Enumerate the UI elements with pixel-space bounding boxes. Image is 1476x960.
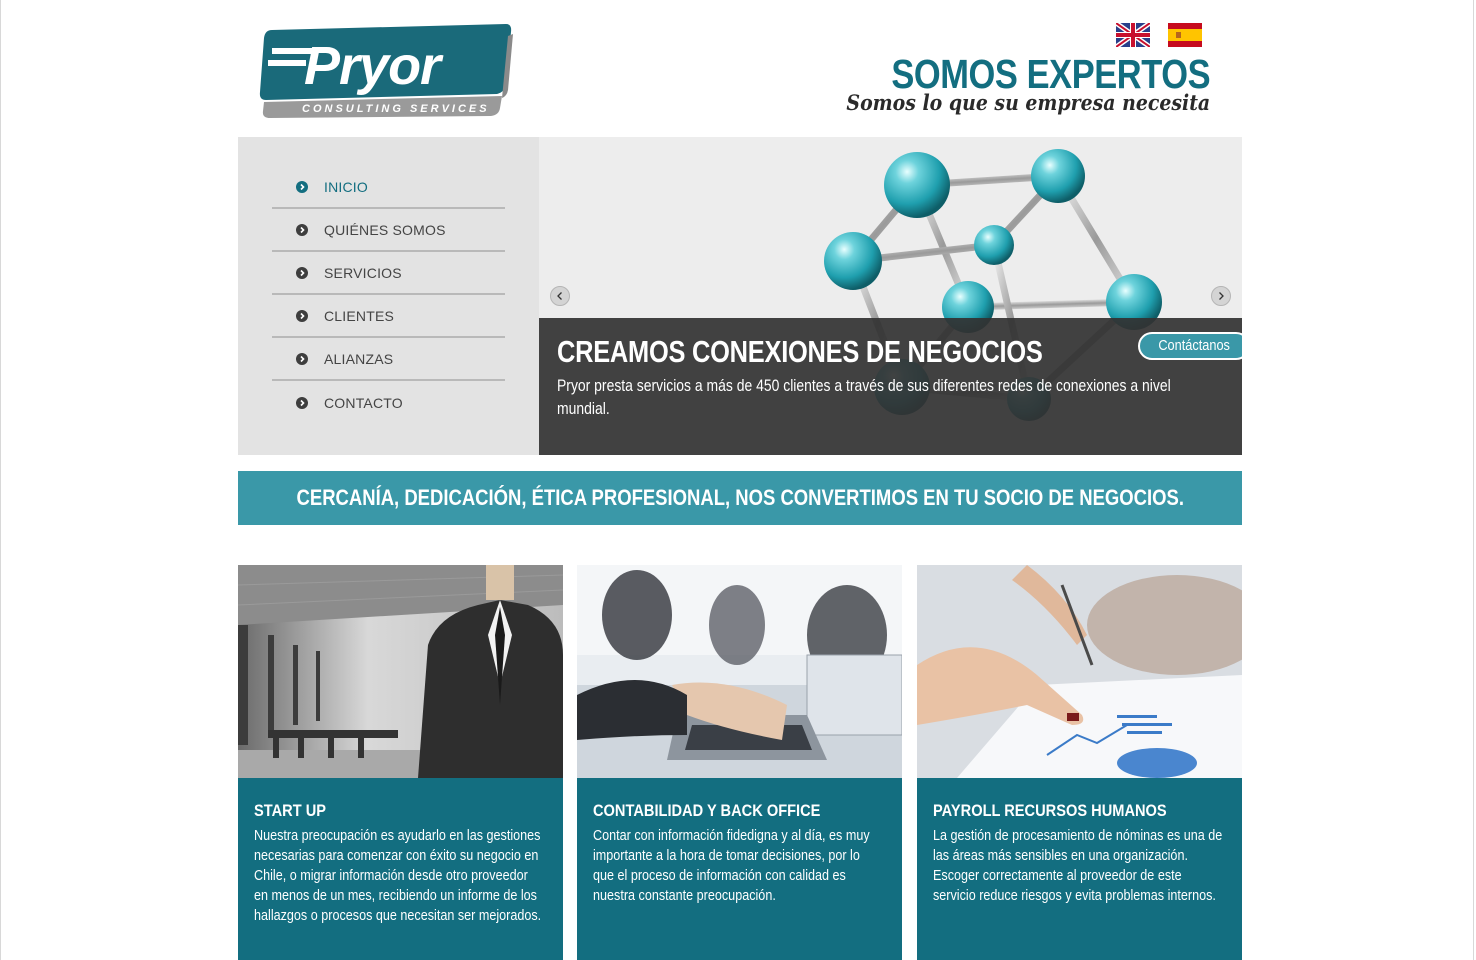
chevron-right-icon	[1219, 292, 1224, 300]
hero-slider: CREAMOS CONEXIONES DE NEGOCIOS Pryor pre…	[539, 137, 1242, 455]
logo-subtitle: CONSULTING SERVICES	[302, 103, 490, 115]
card-text: Contar con información fidedigna y al dí…	[593, 827, 870, 904]
slider-prev-button[interactable]	[550, 286, 570, 306]
slider-title: CREAMOS CONEXIONES DE NEGOCIOS	[557, 334, 1043, 369]
card-text: La gestión de procesamiento de nóminas e…	[933, 827, 1223, 904]
chevron-right-icon	[296, 309, 308, 322]
nav-item-inicio[interactable]: INICIO	[272, 167, 505, 209]
slider-caption: CREAMOS CONEXIONES DE NEGOCIOS Pryor pre…	[539, 318, 1242, 455]
pryor-logo[interactable]: Pryor CONSULTING SERVICES	[258, 22, 513, 118]
nav-item-quienes-somos[interactable]: QUIÉNES SOMOS	[272, 209, 505, 252]
card-title: CONTABILIDAD Y BACK OFFICE	[593, 801, 821, 820]
service-card-startup[interactable]: START UP Nuestra preocupación es ayudarl…	[238, 565, 563, 960]
nav-item-servicios[interactable]: SERVICIOS	[272, 252, 505, 295]
page-container: Pryor CONSULTING SERVICES SOMOS EXPERTOS…	[238, 0, 1242, 960]
chevron-right-icon	[296, 181, 308, 193]
header-tagline: SOMOS EXPERTOS Somos lo que su empresa n…	[806, 52, 1210, 115]
sidebar: INICIO QUIÉNES SOMOS SERVICIOS CLIENTES …	[238, 137, 539, 455]
nav-item-contacto[interactable]: CONTACTO	[272, 381, 505, 424]
nav-item-alianzas[interactable]: ALIANZAS	[272, 338, 505, 381]
main-nav: INICIO QUIÉNES SOMOS SERVICIOS CLIENTES …	[272, 167, 505, 424]
nav-item-label: CONTACTO	[324, 394, 403, 411]
nav-item-label: QUIÉNES SOMOS	[324, 221, 446, 238]
chevron-right-icon	[296, 396, 308, 409]
slider-next-button[interactable]	[1211, 286, 1231, 306]
uk-flag-icon[interactable]	[1116, 23, 1150, 47]
card-title: PAYROLL RECURSOS HUMANOS	[933, 801, 1167, 820]
nav-item-label: SERVICIOS	[324, 264, 402, 281]
hero-section: INICIO QUIÉNES SOMOS SERVICIOS CLIENTES …	[238, 137, 1242, 455]
contact-us-label: Contáctanos	[1158, 337, 1230, 354]
banner-text: CERCANÍA, DEDICACIÓN, ÉTICA PROFESIONAL,…	[296, 485, 1184, 510]
chevron-left-icon	[557, 292, 562, 300]
service-card-payroll[interactable]: PAYROLL RECURSOS HUMANOS La gestión de p…	[917, 565, 1242, 960]
tagline-subtitle: Somos lo que su empresa necesita	[846, 90, 1210, 115]
card-image-meeting	[577, 565, 902, 778]
contact-us-button[interactable]: Contáctanos	[1138, 332, 1242, 360]
chevron-right-icon	[296, 223, 308, 236]
nav-item-label: INICIO	[324, 179, 368, 195]
nav-item-label: ALIANZAS	[324, 350, 394, 367]
service-card-contabilidad[interactable]: CONTABILIDAD Y BACK OFFICE Contar con in…	[577, 565, 902, 960]
slider-text: Pryor presta servicios a más de 450 clie…	[557, 376, 1171, 418]
logo-word: Pryor	[304, 36, 444, 96]
values-banner: CERCANÍA, DEDICACIÓN, ÉTICA PROFESIONAL,…	[238, 471, 1242, 525]
language-switcher	[1116, 23, 1202, 47]
card-image-businessman	[238, 565, 563, 778]
nav-item-label: CLIENTES	[324, 307, 395, 324]
card-text: Nuestra preocupación es ayudarlo en las …	[254, 827, 542, 924]
spain-flag-icon[interactable]	[1168, 23, 1202, 47]
card-image-chart-review	[917, 565, 1242, 778]
chevron-right-icon	[296, 266, 308, 279]
nav-item-clientes[interactable]: CLIENTES	[272, 295, 505, 338]
chevron-right-icon	[296, 352, 308, 365]
card-title: START UP	[254, 801, 327, 820]
